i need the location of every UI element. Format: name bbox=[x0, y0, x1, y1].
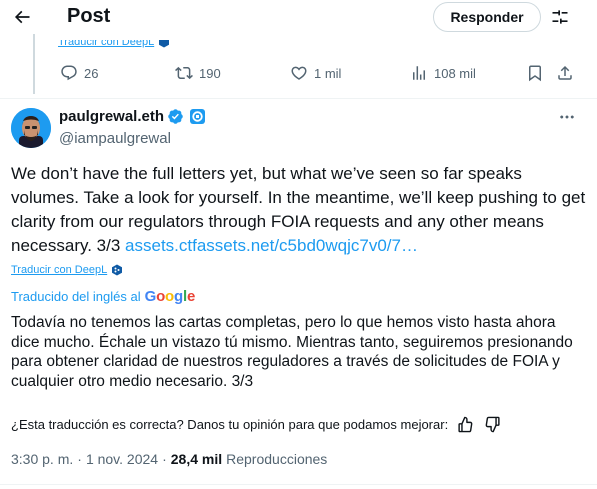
page-title: Post bbox=[67, 5, 111, 27]
post-time[interactable]: 3:30 p. m. bbox=[11, 451, 73, 467]
affiliate-badge-icon[interactable] bbox=[190, 109, 205, 124]
author-handle[interactable]: @iampaulgrewal bbox=[59, 130, 171, 147]
translate-deepl-link[interactable]: Traducir con DeepL bbox=[11, 264, 123, 276]
like-action[interactable]: 1 mil bbox=[290, 64, 341, 82]
divider bbox=[0, 484, 597, 485]
sliders-icon bbox=[552, 10, 568, 24]
post-text: We don’t have the full letters yet, but … bbox=[11, 162, 586, 258]
more-options-button[interactable] bbox=[556, 107, 578, 127]
translated-by-google[interactable]: Traducido del inglés al Google bbox=[11, 288, 195, 305]
share-action[interactable] bbox=[556, 64, 574, 82]
views-action[interactable]: 108 mil bbox=[410, 64, 476, 82]
deepl-icon bbox=[159, 40, 170, 48]
avatar-image bbox=[11, 108, 51, 148]
separator: · bbox=[162, 451, 167, 467]
reply-action[interactable]: 26 bbox=[60, 64, 98, 82]
avatar[interactable] bbox=[11, 108, 51, 148]
share-icon bbox=[558, 65, 572, 80]
translation-feedback: ¿Esta traducción es correcta? Danos tu o… bbox=[11, 416, 501, 433]
post-metadata: 3:30 p. m. · 1 nov. 2024 · 28,4 mil Repr… bbox=[11, 451, 327, 467]
previous-translate-link[interactable]: Traducir con DeepL bbox=[58, 36, 170, 48]
thumbs-down-icon[interactable] bbox=[484, 416, 501, 433]
translate-deepl-label: Traducir con DeepL bbox=[11, 264, 108, 276]
post-link[interactable]: assets.ctfassets.net/c5bd0wqjc7v0/7… bbox=[125, 236, 418, 255]
coinbase-logo-icon bbox=[192, 111, 203, 122]
google-logo: Google bbox=[144, 288, 196, 305]
feedback-question: ¿Esta traducción es correcta? Danos tu o… bbox=[11, 417, 449, 432]
bookmark-action[interactable] bbox=[526, 64, 544, 82]
translated-text: Todavía no tenemos las cartas completas,… bbox=[11, 314, 573, 390]
author-name[interactable]: paulgrewal.eth bbox=[59, 108, 164, 125]
repost-count: 190 bbox=[199, 65, 221, 81]
verified-badge-icon bbox=[168, 109, 183, 124]
thumbs-up-icon[interactable] bbox=[457, 416, 474, 433]
thread-line bbox=[33, 34, 35, 94]
top-header: Post Responder bbox=[0, 0, 597, 34]
repost-action[interactable]: 190 bbox=[175, 64, 221, 82]
bookmark-icon bbox=[529, 65, 541, 82]
arrow-left-icon bbox=[14, 10, 30, 24]
previous-post-actions: 26 190 1 mil 108 mil bbox=[52, 64, 582, 84]
like-count: 1 mil bbox=[314, 65, 342, 81]
separator: · bbox=[77, 451, 82, 467]
translated-from-label: Traducido del inglés al bbox=[11, 289, 141, 304]
view-count: 28,4 mil bbox=[170, 451, 223, 467]
more-icon bbox=[560, 115, 574, 119]
settings-button[interactable] bbox=[547, 5, 573, 29]
deepl-icon bbox=[112, 264, 123, 276]
analytics-icon bbox=[413, 66, 425, 80]
previous-translate-label: Traducir con DeepL bbox=[58, 36, 155, 48]
views-label: Reproducciones bbox=[226, 451, 328, 467]
reply-button[interactable]: Responder bbox=[433, 2, 541, 32]
divider bbox=[0, 98, 597, 99]
back-button[interactable] bbox=[8, 4, 36, 30]
heart-icon bbox=[291, 66, 307, 80]
reply-count: 26 bbox=[84, 65, 99, 81]
comment-icon bbox=[61, 65, 77, 81]
view-count-previous: 108 mil bbox=[434, 65, 476, 81]
post-date[interactable]: 1 nov. 2024 bbox=[86, 451, 158, 467]
repost-icon bbox=[175, 66, 193, 80]
